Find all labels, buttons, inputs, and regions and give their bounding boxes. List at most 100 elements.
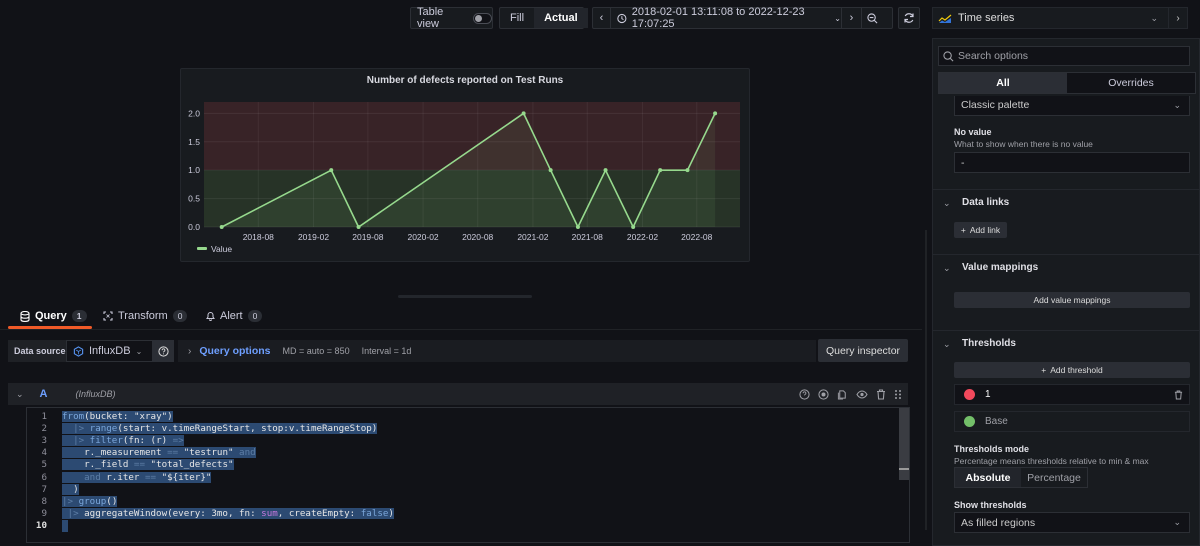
code-line[interactable] <box>62 519 68 532</box>
data-point <box>521 111 526 116</box>
time-range-button[interactable]: 2018-02-01 13:11:08 to 2022-12-23 17:07:… <box>611 6 841 30</box>
drag-handle-icon[interactable] <box>894 389 902 400</box>
code-line[interactable]: |> aggregateWindow(every: 3mo, fn: sum, … <box>62 508 394 520</box>
collapse-options-button[interactable]: › <box>1168 7 1188 29</box>
code-line[interactable]: r._field == "total_defects" <box>62 459 234 471</box>
threshold-color-swatch[interactable] <box>964 389 975 400</box>
color-scheme-select[interactable]: Classic palette ⌄ <box>954 96 1190 116</box>
main-scrollbar[interactable] <box>925 230 927 530</box>
show-thresholds-label: Show thresholds <box>954 500 1027 510</box>
code-line[interactable]: |> filter(fn: (r) => <box>62 434 184 446</box>
line-number: 7 <box>41 483 47 495</box>
eye-icon[interactable] <box>856 389 868 400</box>
refresh-icon <box>904 13 914 23</box>
data-links-title[interactable]: Data links <box>962 197 1009 208</box>
legend-label: Value <box>211 244 232 254</box>
query-ref-id[interactable]: A <box>40 388 48 400</box>
code-line[interactable]: from(bucket: "xray") <box>62 410 173 422</box>
chevron-right-icon: › <box>188 345 192 357</box>
datasource-picker[interactable]: InfluxDB ⌄ <box>66 340 154 362</box>
query-inspector-button[interactable]: Query inspector <box>818 339 908 362</box>
code-line[interactable]: and r.iter == "${iter}" <box>62 471 212 483</box>
chevron-down-icon: ⌄ <box>1150 12 1158 23</box>
add-value-mappings-button[interactable]: Add value mappings <box>954 292 1190 308</box>
query-options-link[interactable]: Query options <box>199 345 270 357</box>
collapse-chevron-icon[interactable]: ⌄ <box>16 389 24 400</box>
chevron-down-icon[interactable]: ⌄ <box>943 198 951 209</box>
no-value-input[interactable]: - <box>954 152 1190 173</box>
timeseries-chart: 0.0 0.5 1.0 1.5 2.0 2018-08 2019-02 2019-08 2020… <box>188 102 740 254</box>
code-line[interactable]: |> range(start: v.timeRangeStart, stop:v… <box>62 422 378 434</box>
line-number: 9 <box>41 508 47 520</box>
flux-query-editor[interactable]: 1 from(bucket: "xray") 2 |> range(start: … <box>26 407 910 543</box>
code-line[interactable]: r._measurement == "testrun" and <box>62 447 256 459</box>
chevron-down-icon[interactable]: ⌄ <box>943 339 951 350</box>
actual-button[interactable]: Actual <box>534 8 588 28</box>
tab-alert[interactable]: Alert 0 <box>206 310 263 322</box>
duplicate-icon[interactable] <box>837 389 848 400</box>
query-options-bar[interactable]: › Query options MD = auto = 850 Interval… <box>178 340 816 362</box>
thresholds-mode-label: Thresholds mode <box>954 444 1030 454</box>
threshold-color-swatch[interactable] <box>964 416 975 427</box>
threshold-row[interactable]: 1 <box>954 384 1190 405</box>
threshold-value[interactable]: 1 <box>985 389 991 400</box>
plus-icon: + <box>1041 365 1047 375</box>
datasource-label: Data source <box>8 340 72 362</box>
interval-text: Interval = 1d <box>361 346 412 356</box>
trash-icon[interactable] <box>1174 389 1183 400</box>
fill-actual-segment: Fill Actual <box>499 7 588 29</box>
tab-all[interactable]: All <box>939 73 1067 93</box>
no-value-label: No value <box>954 127 992 137</box>
tab-transform[interactable]: Transform 0 <box>103 310 188 322</box>
data-point <box>658 168 663 173</box>
zoom-out-icon[interactable] <box>861 8 883 28</box>
threshold-row-base: Base <box>954 411 1190 432</box>
add-link-button[interactable]: + Add link <box>954 222 1007 238</box>
y-tick-label: 2.0 <box>188 108 200 118</box>
help-icon <box>157 345 169 357</box>
editor-scrollbar[interactable] <box>899 408 909 480</box>
add-threshold-button[interactable]: + Add threshold <box>954 362 1190 378</box>
disable-query-icon[interactable] <box>818 388 829 400</box>
section-divider <box>932 189 1200 190</box>
refresh-button[interactable] <box>898 7 920 29</box>
table-view-switch[interactable] <box>472 12 492 24</box>
threshold-value: Base <box>985 416 1008 427</box>
tab-transform-count: 0 <box>172 310 188 322</box>
tabs-divider <box>0 329 922 330</box>
value-mappings-title[interactable]: Value mappings <box>962 262 1038 273</box>
search-icon <box>943 50 954 61</box>
code-line[interactable]: |> group() <box>62 495 118 507</box>
chevron-down-icon[interactable]: ⌄ <box>943 263 951 274</box>
show-thresholds-value: As filled regions <box>961 516 1036 529</box>
mode-percentage[interactable]: Percentage <box>1021 468 1087 487</box>
trash-icon[interactable] <box>876 388 886 400</box>
influxdb-icon <box>73 345 84 357</box>
plus-icon: + <box>960 225 966 235</box>
datasource-help-button[interactable] <box>152 340 174 362</box>
query-actions <box>799 383 902 405</box>
line-number: 4 <box>41 447 47 459</box>
data-point <box>548 168 553 173</box>
tab-overrides[interactable]: Overrides <box>1067 73 1195 93</box>
chevron-down-icon: ⌄ <box>834 13 841 23</box>
panel-resize-splitter[interactable] <box>398 295 532 298</box>
data-point <box>685 168 690 173</box>
y-tick-label: 1.5 <box>188 137 200 147</box>
visualization-picker[interactable]: Time series ⌄ <box>932 7 1169 29</box>
search-options-input[interactable]: Search options <box>938 46 1190 66</box>
fill-button[interactable]: Fill <box>500 8 534 28</box>
x-tick-label: 2022-02 <box>627 232 658 242</box>
table-view-toggle[interactable]: Table view <box>410 6 493 30</box>
show-thresholds-select[interactable]: As filled regions ⌄ <box>954 512 1190 533</box>
help-icon[interactable] <box>799 388 810 400</box>
chevron-right-icon[interactable]: › <box>841 8 861 28</box>
tab-query[interactable]: Query 1 <box>20 310 87 322</box>
line-number: 10 <box>35 520 47 532</box>
mode-absolute[interactable]: Absolute <box>955 468 1021 487</box>
bell-icon <box>206 312 215 321</box>
code-line[interactable]: ) <box>62 483 79 495</box>
chevron-down-icon: ⌄ <box>1173 100 1181 110</box>
chevron-left-icon[interactable]: ‹ <box>593 8 611 28</box>
thresholds-title[interactable]: Thresholds <box>962 338 1016 349</box>
